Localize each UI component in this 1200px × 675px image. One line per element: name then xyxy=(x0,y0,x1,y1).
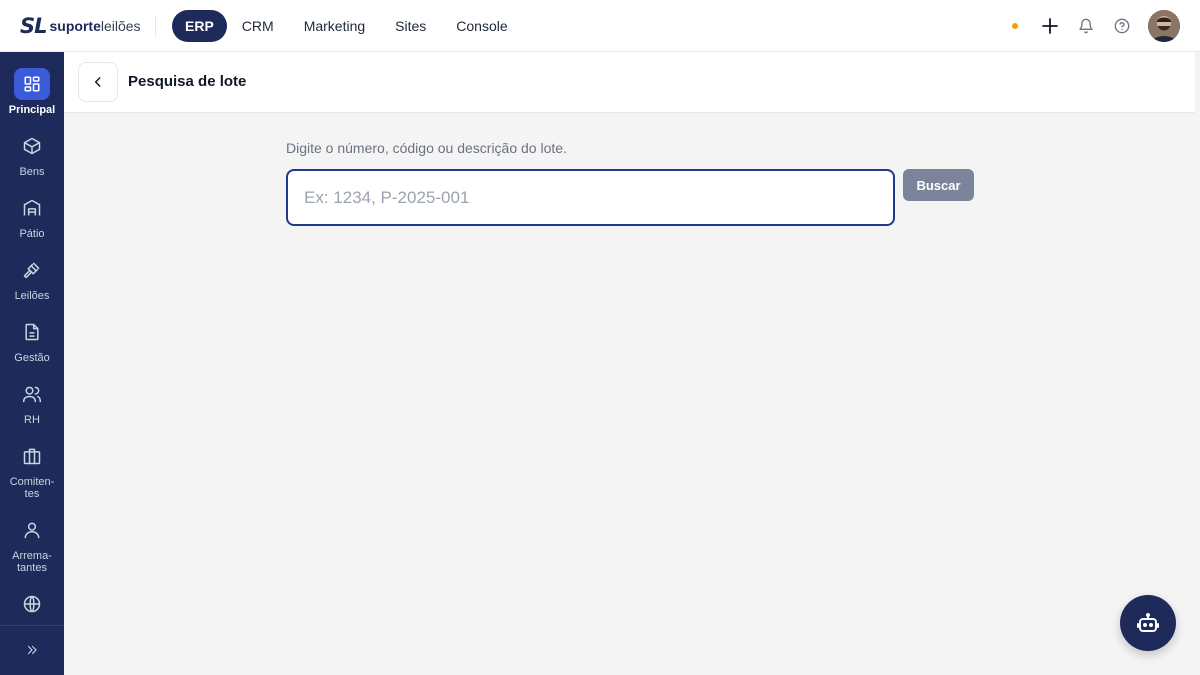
sidebar-item-label: Principal xyxy=(8,104,56,116)
main-nav: ERP CRM Marketing Sites Console xyxy=(172,9,523,42)
sidebar-item-label: Comiten- tes xyxy=(9,476,55,500)
nav-crm[interactable]: CRM xyxy=(227,10,289,42)
avatar[interactable] xyxy=(1148,10,1180,42)
briefcase-icon xyxy=(14,440,50,472)
sidebar-divider xyxy=(0,625,64,626)
sidebar-item-sites[interactable] xyxy=(0,588,64,620)
top-actions xyxy=(1012,10,1180,42)
warehouse-icon xyxy=(14,192,50,224)
brand-name: suporteleilões xyxy=(49,17,141,34)
sidebar-item-patio[interactable]: Pátio xyxy=(0,192,64,240)
grid-icon xyxy=(14,68,50,100)
sidebar-item-label: RH xyxy=(24,414,40,426)
page-title: Pesquisa de lote xyxy=(128,73,247,90)
nav-sites[interactable]: Sites xyxy=(380,10,441,42)
bell-icon[interactable] xyxy=(1076,16,1096,36)
status-dot xyxy=(1012,23,1018,29)
nav-marketing[interactable]: Marketing xyxy=(289,10,380,42)
page-header: Pesquisa de lote xyxy=(64,52,1195,113)
sidebar-item-gestao[interactable]: Gestão xyxy=(0,316,64,364)
users-icon xyxy=(14,378,50,410)
divider xyxy=(155,14,156,37)
search-input[interactable] xyxy=(286,169,895,226)
sidebar-item-leiloes[interactable]: Leilões xyxy=(0,254,64,302)
sidebar-item-label: Arrema- tantes xyxy=(12,550,52,574)
sidebar: Principal Bens Pátio Leilões Gestão RH C… xyxy=(0,52,64,675)
search-button[interactable]: Buscar xyxy=(903,169,974,201)
sidebar-item-principal[interactable]: Principal xyxy=(0,68,64,116)
gavel-icon xyxy=(14,254,50,286)
brand-logo[interactable]: SL suporteleilões xyxy=(20,13,141,38)
chevron-left-icon xyxy=(94,77,101,87)
document-icon xyxy=(14,316,50,348)
sidebar-item-label: Gestão xyxy=(14,352,50,364)
sidebar-item-arrematantes[interactable]: Arrema- tantes xyxy=(0,514,64,574)
top-bar: SL suporteleilões ERP CRM Marketing Site… xyxy=(0,0,1200,52)
sidebar-item-bens[interactable]: Bens xyxy=(0,130,64,178)
sidebar-item-label: Pátio xyxy=(19,228,45,240)
brand-mark: SL xyxy=(20,13,47,38)
search-hint: Digite o número, código ou descrição do … xyxy=(286,140,567,156)
plus-icon[interactable] xyxy=(1040,16,1060,36)
bot-icon xyxy=(1137,613,1159,632)
box-icon xyxy=(14,130,50,162)
sidebar-item-rh[interactable]: RH xyxy=(0,378,64,426)
chevrons-right-icon[interactable] xyxy=(22,640,42,660)
back-button[interactable] xyxy=(78,62,118,102)
help-icon[interactable] xyxy=(1112,16,1132,36)
user-icon xyxy=(14,514,50,546)
sidebar-item-label: Bens xyxy=(19,166,45,178)
globe-icon xyxy=(14,588,50,620)
nav-console[interactable]: Console xyxy=(441,10,522,42)
sidebar-item-label: Leilões xyxy=(14,290,50,302)
scrollbar-track xyxy=(1195,52,1200,675)
sidebar-item-comitentes[interactable]: Comiten- tes xyxy=(0,440,64,500)
nav-erp[interactable]: ERP xyxy=(172,9,227,42)
assistant-bot-button[interactable] xyxy=(1120,595,1176,651)
